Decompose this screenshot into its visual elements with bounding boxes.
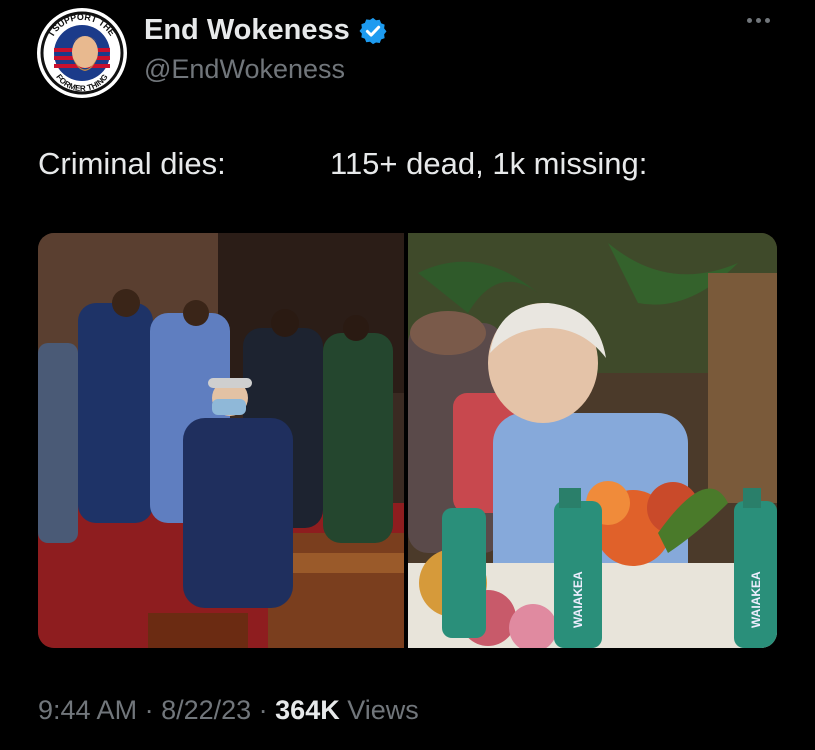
more-dot <box>756 18 761 23</box>
meta-separator: · <box>137 695 162 725</box>
more-dot <box>747 18 752 23</box>
media-image-left[interactable] <box>38 233 404 648</box>
church-kneeling-scene-image <box>38 233 404 648</box>
more-dot <box>765 18 770 23</box>
avatar[interactable]: I SUPPORT THE FORMER THING <box>37 8 127 98</box>
tweet-date[interactable]: 8/22/23 <box>161 695 251 725</box>
views-count: 364K <box>275 695 340 725</box>
tweet-time[interactable]: 9:44 AM <box>38 695 137 725</box>
author-name-row[interactable]: End Wokeness <box>144 14 388 47</box>
meta-separator: · <box>251 695 276 725</box>
author-handle[interactable]: @EndWokeness <box>144 54 345 85</box>
tweet-text-right: 115+ dead, 1k missing: <box>330 146 648 181</box>
views-label: Views <box>339 695 419 725</box>
bottle-label-1: WAIAKEA <box>571 571 585 628</box>
tweet-meta: 9:44 AM · 8/22/23 · 364K Views <box>38 695 419 726</box>
dinner-table-scene-image: WAIAKEA WAIAKEA <box>408 233 777 648</box>
more-options-icon[interactable] <box>747 18 770 23</box>
tweet-media[interactable]: WAIAKEA WAIAKEA <box>38 233 777 648</box>
bottle-label-2: WAIAKEA <box>749 571 763 628</box>
verified-badge-icon <box>359 17 387 44</box>
author-display-name[interactable]: End Wokeness <box>144 14 350 47</box>
avatar-badge-icon: I SUPPORT THE FORMER THING <box>38 9 126 97</box>
media-image-right[interactable]: WAIAKEA WAIAKEA <box>408 233 777 648</box>
tweet-text-left: Criminal dies: <box>38 146 226 181</box>
